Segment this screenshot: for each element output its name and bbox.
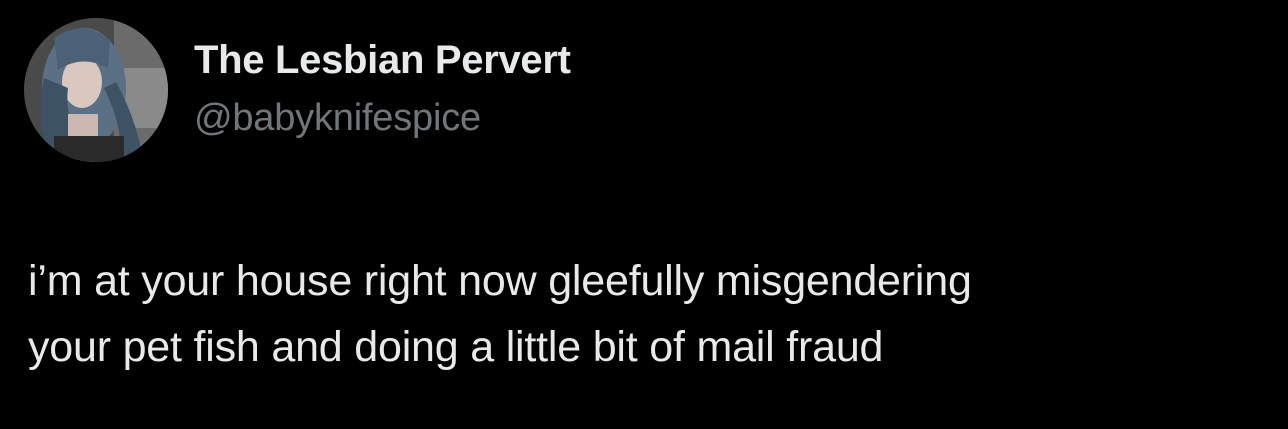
author-handle[interactable]: @babyknifespice <box>194 97 481 140</box>
author-display-name[interactable]: The Lesbian Pervert <box>194 38 571 83</box>
avatar[interactable] <box>24 18 168 162</box>
tweet-text: i’m at your house right now gleefully mi… <box>28 248 1268 380</box>
avatar-photo <box>24 18 168 162</box>
tweet-text-line: your pet fish and doing a little bit of … <box>28 323 884 371</box>
tweet-text-line: i’m at your house right now gleefully mi… <box>28 257 972 305</box>
tweet-card: The Lesbian Pervert @babyknifespice i’m … <box>0 0 1288 429</box>
